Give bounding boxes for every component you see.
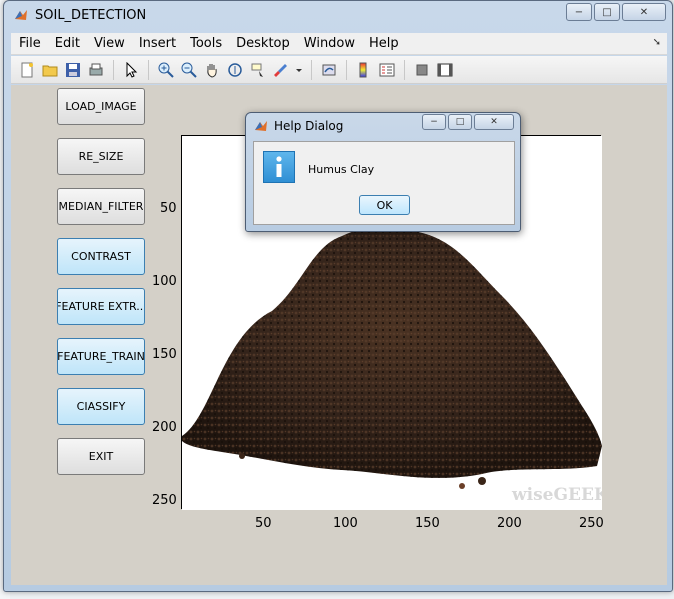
x-tick-label: 250 xyxy=(579,516,604,531)
dialog-minimize-button[interactable]: − xyxy=(422,114,446,130)
y-tick-label: 200 xyxy=(152,420,177,435)
title-bar[interactable]: SOIL_DETECTION − □ ✕ xyxy=(4,1,672,31)
dock-arrow-icon[interactable]: ➘ xyxy=(653,37,661,48)
feature-train-button[interactable]: FEATURE_TRAIN xyxy=(57,338,145,375)
median-filter-button[interactable]: MEDIAN_FILTER xyxy=(57,188,145,225)
brush-icon[interactable] xyxy=(271,60,291,80)
x-tick-label: 100 xyxy=(333,516,358,531)
legend-icon[interactable] xyxy=(377,60,397,80)
y-tick-label: 150 xyxy=(152,347,177,362)
colorbar-icon[interactable] xyxy=(354,60,374,80)
ok-button[interactable]: OK xyxy=(359,195,410,215)
dialog-close-button[interactable]: ✕ xyxy=(474,114,514,130)
x-tick-label: 150 xyxy=(415,516,440,531)
menu-help[interactable]: Help xyxy=(362,36,406,51)
toolbar-separator xyxy=(311,59,312,80)
dropdown-arrow-icon[interactable] xyxy=(294,60,304,80)
matlab-icon xyxy=(255,121,267,131)
pointer-icon[interactable] xyxy=(121,60,141,80)
exit-button[interactable]: EXIT xyxy=(57,438,145,475)
toolbar-separator xyxy=(404,59,405,80)
watermark-text: wiseGEEK xyxy=(511,485,602,505)
menu-edit[interactable]: Edit xyxy=(48,36,87,51)
y-tick-label: 50 xyxy=(160,201,177,216)
x-tick-label: 50 xyxy=(255,516,272,531)
toolbar-separator xyxy=(148,59,149,80)
toolbar-separator xyxy=(346,59,347,80)
x-tick-label: 200 xyxy=(497,516,522,531)
classify-button[interactable]: CIASSIFY xyxy=(57,388,145,425)
menu-view[interactable]: View xyxy=(87,36,132,51)
menu-insert[interactable]: Insert xyxy=(132,36,183,51)
y-tick-label: 250 xyxy=(152,493,177,508)
menu-desktop[interactable]: Desktop xyxy=(229,36,297,51)
maximize-button[interactable]: □ xyxy=(594,3,620,21)
new-file-icon[interactable] xyxy=(17,60,37,80)
dialog-title: Help Dialog xyxy=(274,119,344,133)
zoom-out-icon[interactable] xyxy=(179,60,199,80)
caption-buttons: − □ ✕ xyxy=(566,3,666,21)
data-cursor-icon[interactable] xyxy=(248,60,268,80)
contrast-button[interactable]: CONTRAST xyxy=(57,238,145,275)
main-window: SOIL_DETECTION − □ ✕ File Edit View Inse… xyxy=(3,0,673,592)
link-plot-icon[interactable] xyxy=(319,60,339,80)
feature-extract-button[interactable]: FEATURE EXTR... xyxy=(57,288,145,325)
rotate-3d-icon[interactable] xyxy=(225,60,245,80)
toolbar-separator xyxy=(113,59,114,80)
close-button[interactable]: ✕ xyxy=(622,3,666,21)
open-folder-icon[interactable] xyxy=(40,60,60,80)
menu-window[interactable]: Window xyxy=(297,36,362,51)
figure-toolbar xyxy=(11,56,667,84)
pan-hand-icon[interactable] xyxy=(202,60,222,80)
menu-bar: File Edit View Insert Tools Desktop Wind… xyxy=(11,33,667,55)
zoom-in-icon[interactable] xyxy=(156,60,176,80)
help-dialog: Help Dialog − □ ✕ Humus Clay OK xyxy=(245,112,521,232)
y-tick-label: 100 xyxy=(152,274,177,289)
menu-tools[interactable]: Tools xyxy=(183,36,229,51)
resize-button[interactable]: RE_SIZE xyxy=(57,138,145,175)
matlab-icon xyxy=(15,10,27,20)
dialog-body: Humus Clay OK xyxy=(253,141,515,225)
info-icon xyxy=(263,151,295,183)
dialog-maximize-button[interactable]: □ xyxy=(448,114,472,130)
menu-file[interactable]: File xyxy=(11,36,48,51)
save-icon[interactable] xyxy=(63,60,83,80)
dialog-caption-buttons: − □ ✕ xyxy=(422,114,514,130)
hide-plot-tools-icon[interactable] xyxy=(412,60,432,80)
dialog-message: Humus Clay xyxy=(308,163,375,176)
minimize-button[interactable]: − xyxy=(566,3,592,21)
window-title: SOIL_DETECTION xyxy=(35,8,147,23)
load-image-button[interactable]: LOAD_IMAGE xyxy=(57,88,145,125)
print-icon[interactable] xyxy=(86,60,106,80)
show-plot-tools-icon[interactable] xyxy=(435,60,455,80)
